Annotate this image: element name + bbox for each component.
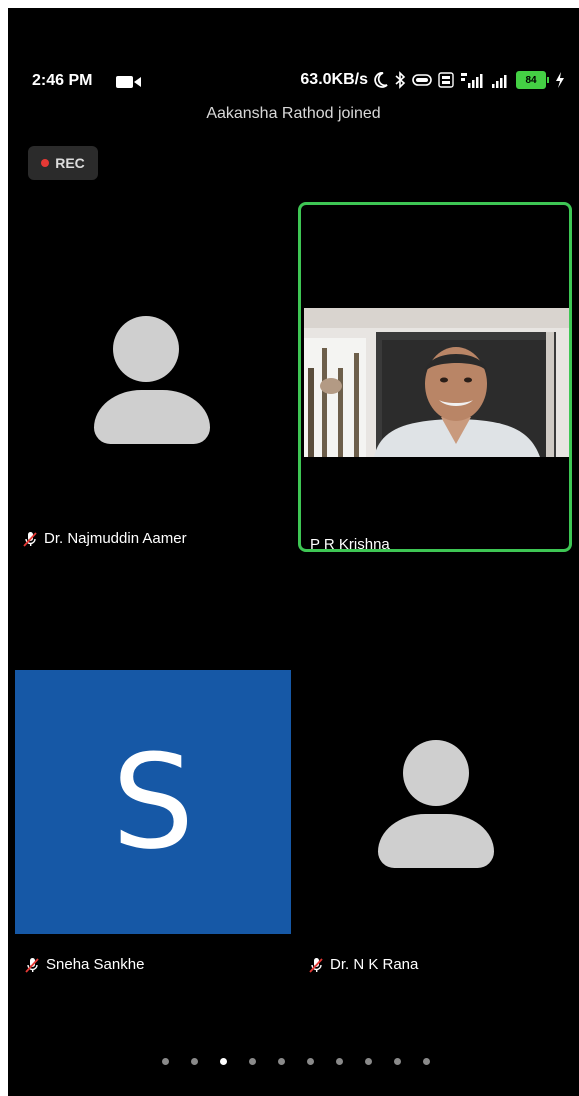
participant-initial: S (111, 726, 195, 878)
participant-name-text: Sneha Sankhe (46, 956, 145, 973)
bluetooth-icon (395, 71, 406, 89)
participant-name: Dr. Najmuddin Aamer (22, 530, 187, 547)
avatar-head (113, 316, 179, 382)
participant-tile-rana[interactable]: Dr. N K Rana (294, 670, 579, 973)
participant-name-text: P R Krishna (310, 536, 390, 553)
moon-icon (374, 72, 388, 88)
page-dot[interactable] (161, 1058, 169, 1065)
meeting-screen: 2:46 PM 63.0KB/s 84 Aakansha Rathod join… (8, 8, 579, 1096)
battery-level: 84 (516, 71, 546, 89)
participant-name-text: Dr. Najmuddin Aamer (44, 530, 187, 547)
page-dot[interactable] (190, 1058, 198, 1065)
mic-muted-icon (309, 957, 323, 973)
charging-bolt-icon (556, 72, 564, 88)
wifi-toggle-icon (412, 74, 432, 86)
status-time: 2:46 PM (32, 72, 93, 89)
participant-tile-sneha[interactable]: S (15, 670, 291, 934)
participant-tile-najmuddin[interactable]: Dr. Najmuddin Aamer (8, 202, 293, 552)
video-feed-image (304, 308, 569, 457)
page-dot[interactable] (335, 1058, 343, 1065)
volte-icon (438, 72, 454, 88)
participant-name: Dr. N K Rana (308, 956, 418, 973)
status-icons: 63.0KB/s 84 (300, 69, 565, 91)
participant-name: P R Krishna (310, 536, 390, 553)
mic-muted-icon (23, 531, 37, 547)
avatar-body (378, 814, 494, 868)
mic-muted-icon (25, 957, 39, 973)
join-notification: Aakansha Rathod joined (206, 105, 381, 122)
page-dot[interactable] (248, 1058, 256, 1065)
participant-tile-krishna[interactable]: P R Krishna (298, 202, 572, 553)
signal-4g-icon (461, 73, 483, 88)
signal-icon (492, 75, 507, 88)
recording-dot-icon (41, 159, 50, 167)
page-dot[interactable] (364, 1058, 372, 1065)
page-dot[interactable] (277, 1058, 285, 1065)
recording-label: REC (55, 155, 85, 171)
participant-name: Sneha Sankhe (24, 956, 144, 973)
avatar-body (94, 390, 210, 444)
page-dot[interactable] (393, 1058, 401, 1065)
page-dot[interactable] (422, 1058, 430, 1065)
participant-name-text: Dr. N K Rana (330, 956, 419, 973)
page-indicator[interactable] (8, 1058, 579, 1065)
avatar-head (403, 740, 469, 806)
network-speed: 63.0KB/s (300, 71, 368, 88)
page-dot[interactable] (219, 1058, 227, 1065)
video-recording-icon (116, 76, 141, 88)
battery-icon: 84 (516, 71, 549, 89)
participant-video (304, 308, 569, 457)
page-dot[interactable] (306, 1058, 314, 1065)
recording-badge[interactable]: REC (28, 146, 98, 180)
